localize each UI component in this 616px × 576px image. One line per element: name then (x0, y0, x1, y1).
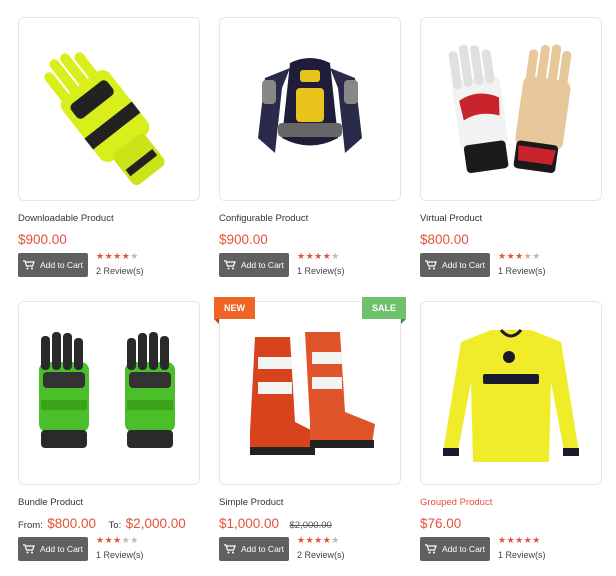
to-price: $2,000.00 (125, 516, 186, 531)
add-to-cart-label: Add to Cart (40, 544, 83, 554)
product-name[interactable]: Configurable Product (219, 213, 308, 224)
product-card: Virtual Product $800.00 Add to Cart ★★★★… (420, 17, 602, 287)
green-gloves-image (39, 332, 175, 448)
yellow-glove-image (44, 52, 165, 186)
to-label: To: (108, 520, 122, 531)
rating-stars: ★★★★★ (297, 535, 340, 545)
review-count[interactable]: 1 Review(s) (498, 266, 546, 276)
price-row: $900.00 (219, 231, 268, 249)
rating-stars: ★★★★★ (297, 251, 340, 261)
product-name[interactable]: Bundle Product (18, 497, 83, 508)
old-price: $2,000.00 (289, 520, 332, 531)
product-image-simple[interactable] (219, 301, 401, 485)
add-to-cart-label: Add to Cart (442, 544, 485, 554)
product-image-grouped[interactable] (420, 301, 602, 485)
review-count[interactable]: 2 Review(s) (297, 550, 345, 560)
cart-icon (224, 544, 236, 554)
product-price: $76.00 (420, 516, 462, 531)
new-badge: NEW (214, 297, 255, 324)
rating-stars: ★★★★★ (498, 535, 541, 545)
add-to-cart-label: Add to Cart (442, 260, 485, 270)
add-to-cart-button[interactable]: Add to Cart (420, 253, 490, 277)
product-name[interactable]: Simple Product (219, 497, 283, 508)
product-image-virtual[interactable] (420, 17, 602, 201)
add-to-cart-button[interactable]: Add to Cart (18, 253, 88, 277)
cart-icon (23, 260, 35, 270)
add-to-cart-label: Add to Cart (241, 260, 284, 270)
product-name[interactable]: Grouped Product (420, 497, 492, 508)
product-price: $900.00 (18, 232, 67, 247)
product-image-configurable[interactable] (219, 17, 401, 201)
cart-icon (23, 544, 35, 554)
price-row: From: $800.00 To: $2,000.00 (18, 515, 186, 533)
product-price: $800.00 (420, 232, 469, 247)
review-count[interactable]: 1 Review(s) (498, 550, 546, 560)
product-name[interactable]: Downloadable Product (18, 213, 114, 224)
from-price: $800.00 (47, 516, 97, 531)
product-card: Bundle Product From: $800.00 To: $2,000.… (18, 301, 200, 571)
body-armor-image (258, 58, 362, 153)
rating-stars: ★★★★★ (96, 251, 139, 261)
product-card: Grouped Product $76.00 Add to Cart ★★★★★… (420, 301, 602, 571)
price-row: $800.00 (420, 231, 469, 249)
product-card: Downloadable Product $900.00 Add to Cart… (18, 17, 200, 287)
rating-stars: ★★★★★ (498, 251, 541, 261)
cart-icon (425, 260, 437, 270)
product-name[interactable]: Virtual Product (420, 213, 482, 224)
price-row: $1,000.00 $2,000.00 (219, 515, 332, 533)
review-count[interactable]: 1 Review(s) (96, 550, 144, 560)
cart-icon (425, 544, 437, 554)
yellow-jersey-image (443, 328, 579, 462)
add-to-cart-label: Add to Cart (40, 260, 83, 270)
add-to-cart-button[interactable]: Add to Cart (219, 537, 289, 561)
rating-stars: ★★★★★ (96, 535, 139, 545)
review-count[interactable]: 1 Review(s) (297, 266, 345, 276)
product-price: $900.00 (219, 232, 268, 247)
add-to-cart-button[interactable]: Add to Cart (18, 537, 88, 561)
from-label: From: (18, 520, 43, 531)
add-to-cart-button[interactable]: Add to Cart (420, 537, 490, 561)
price-row: $900.00 (18, 231, 67, 249)
add-to-cart-label: Add to Cart (241, 544, 284, 554)
product-image-downloadable[interactable] (18, 17, 200, 201)
red-boots-image (250, 332, 375, 455)
product-price: $1,000.00 (219, 516, 280, 531)
cart-icon (224, 260, 236, 270)
product-image-bundle[interactable] (18, 301, 200, 485)
review-count[interactable]: 2 Review(s) (96, 266, 144, 276)
product-card: NEW SALE Simple Product $1,000.00 $2,000… (214, 297, 407, 571)
add-to-cart-button[interactable]: Add to Cart (219, 253, 289, 277)
product-card: Configurable Product $900.00 Add to Cart… (219, 17, 401, 287)
sale-badge: SALE (361, 297, 407, 324)
price-row: $76.00 (420, 515, 461, 533)
red-white-gloves-image (448, 44, 572, 173)
